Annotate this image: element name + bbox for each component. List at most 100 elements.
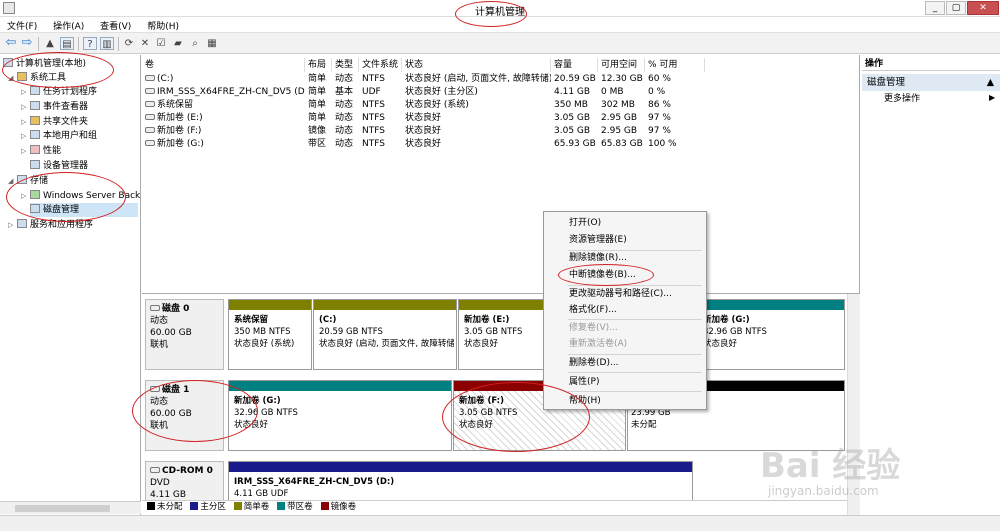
expand-arrow-icon[interactable]: ▷ — [21, 100, 30, 114]
volume-row[interactable]: 新加卷 (E:) 简单 动态 NTFS 状态良好 3.05 GB 2.95 GB 97 % — [142, 112, 860, 125]
performance-icon — [30, 145, 40, 154]
open-folder-icon[interactable]: ▰ — [171, 37, 185, 50]
maximize-button[interactable]: ▢ — [946, 1, 966, 15]
collapse-arrow-icon[interactable]: ◢ — [8, 174, 17, 188]
col-header-capacity[interactable]: 容量 — [551, 58, 598, 72]
menu-delete-volume[interactable]: 删除卷(D)... — [544, 355, 706, 371]
tree-node-storage[interactable]: ◢ 存储 — [8, 174, 48, 188]
menu-break-mirror[interactable]: 中断镜像卷(B)... — [544, 267, 706, 283]
volume-cell-text: 状态良好 (主分区) — [405, 87, 478, 97]
volume-cell-text: 动态 — [335, 113, 354, 123]
expand-arrow-icon[interactable]: ▷ — [21, 129, 30, 143]
tree-node-disk-management[interactable]: 磁盘管理 — [30, 203, 138, 217]
properties-icon[interactable]: ▦ — [205, 37, 219, 50]
col-header-filesystem[interactable]: 文件系统 — [359, 58, 402, 72]
col-header-free-space[interactable]: 可用空间 — [598, 58, 645, 72]
close-button[interactable]: ✕ — [967, 1, 999, 15]
device-icon — [30, 160, 40, 169]
partition-c[interactable]: (C:) 20.59 GB NTFS 状态良好 (启动, 页面文件, 故障转储) — [313, 299, 457, 370]
expand-arrow-icon[interactable]: ▷ — [21, 85, 30, 99]
tree-node-performance[interactable]: ▷ 性能 — [21, 144, 61, 158]
volume-cell: 12.30 GB — [598, 73, 645, 86]
more-actions[interactable]: 更多操作 — [884, 93, 920, 106]
disk-1-info[interactable]: 磁盘 1 动态 60.00 GB 联机 — [145, 380, 224, 451]
search-icon[interactable]: ⌕ — [188, 37, 202, 50]
menu-format[interactable]: 格式化(F)... — [544, 302, 706, 318]
expand-arrow-icon[interactable]: ▷ — [21, 144, 30, 158]
menu-explorer[interactable]: 资源管理器(E) — [544, 232, 706, 248]
menu-reactivate-volume: 重新激活卷(A) — [569, 339, 628, 349]
delete-icon[interactable]: ✕ — [138, 37, 152, 50]
volume-cell-text: 动态 — [335, 100, 354, 110]
volume-list: 卷 布局 类型 文件系统 状态 容量 可用空间 % 可用 (C:) 简单 动态 NTF… — [142, 55, 860, 293]
col-header-layout[interactable]: 布局 — [305, 58, 332, 72]
legend-swatch — [320, 502, 329, 510]
submenu-arrow-icon[interactable]: ▶ — [989, 93, 995, 102]
up-folder-icon[interactable]: ▲ — [43, 37, 57, 50]
volume-cell: 动态 — [332, 99, 359, 112]
expand-arrow-icon[interactable]: ▷ — [21, 189, 30, 203]
console-tree-icon[interactable]: ▤ — [60, 37, 74, 50]
volume-cell: 60 % — [645, 73, 705, 86]
partition-status: 状态良好 — [703, 339, 738, 349]
minimize-button[interactable]: _ — [925, 1, 945, 15]
col-header-volume[interactable]: 卷 — [142, 58, 305, 72]
forward-arrow-icon[interactable]: ⇨ — [20, 36, 34, 50]
tree-horizontal-scrollbar[interactable] — [0, 501, 141, 514]
col-header-type[interactable]: 类型 — [332, 58, 359, 72]
view-icon[interactable]: ▥ — [100, 37, 114, 50]
collapse-arrow-icon[interactable]: ◢ — [8, 71, 17, 85]
tree-node-root[interactable]: 计算机管理(本地) — [3, 57, 86, 71]
refresh-icon[interactable]: ⟳ — [122, 37, 136, 50]
col-header-percent-free[interactable]: % 可用 — [645, 58, 705, 72]
legend-swatch — [277, 502, 286, 510]
partition-e[interactable]: 新加卷 (E:) 3.05 GB NTFS 状态良好 — [458, 299, 544, 370]
expand-arrow-icon[interactable]: ▷ — [21, 115, 30, 129]
volume-row[interactable]: 系统保留 简单 动态 NTFS 状态良好 (系统) 350 MB 302 MB 86 % — [142, 99, 860, 112]
scrollbar-thumb[interactable] — [15, 505, 110, 512]
check-icon[interactable]: ☑ — [154, 37, 168, 50]
help-icon[interactable]: ? — [83, 37, 97, 50]
collapse-up-icon[interactable]: ▲ — [987, 74, 994, 91]
tree-node-system-tools[interactable]: ◢ 系统工具 — [8, 71, 66, 85]
partition-g-disk1[interactable]: 新加卷 (G:) 32.96 GB NTFS 状态良好 — [228, 380, 452, 451]
status-bar — [0, 515, 1000, 531]
tree-node-task-scheduler[interactable]: ▷ 任务计划程序 — [21, 85, 97, 99]
menu-properties[interactable]: 属性(P) — [544, 374, 706, 390]
partition-name: 新加卷 (F:) — [459, 396, 504, 406]
volume-cell: UDF — [359, 86, 402, 99]
menu-open[interactable]: 打开(O) — [544, 215, 706, 231]
tree-node-shared-folders[interactable]: ▷ 共享文件夹 — [21, 115, 88, 129]
cdrom-0-info[interactable]: CD-ROM 0 DVD 4.11 GB — [145, 461, 224, 501]
tree-node-device-manager[interactable]: 设备管理器 — [30, 159, 88, 173]
tree-node-event-viewer[interactable]: ▷ 事件查看器 — [21, 100, 88, 114]
menu-view[interactable]: 查看(V) — [93, 17, 137, 32]
legend-mirrored: 镜像卷 — [320, 501, 356, 514]
disk-0-info[interactable]: 磁盘 0 动态 60.00 GB 联机 — [145, 299, 224, 370]
volume-cell-text: UDF — [362, 87, 381, 97]
tree-node-local-users[interactable]: ▷ 本地用户和组 — [21, 129, 97, 143]
menu-help[interactable]: 帮助(H) — [544, 393, 706, 409]
tree-label: 系统工具 — [30, 73, 67, 83]
volume-row[interactable]: 新加卷 (F:) 镜像 动态 NTFS 状态良好 3.05 GB 2.95 GB 97 % — [142, 125, 860, 138]
menu-action[interactable]: 操作(A) — [46, 17, 90, 32]
volume-row[interactable]: 新加卷 (G:) 带区 动态 NTFS 状态良好 65.93 GB 65.83 GB 100 … — [142, 138, 860, 151]
volume-cell-text: 12.30 GB — [601, 74, 643, 84]
partition-system-reserved[interactable]: 系统保留 350 MB NTFS 状态良好 (系统) — [228, 299, 312, 370]
back-arrow-icon[interactable]: ⇦ — [4, 36, 18, 50]
tree-node-services-apps[interactable]: ▷ 服务和应用程序 — [8, 218, 93, 232]
actions-section-disk-management[interactable]: 磁盘管理 ▲ — [862, 74, 1000, 91]
volume-row[interactable]: (C:) 简单 动态 NTFS 状态良好 (启动, 页面文件, 故障转储) 20.59 G… — [142, 73, 860, 86]
volume-row[interactable]: IRM_SSS_X64FRE_ZH-CN_DV5 (D:) 简单 基本 UDF 状态良好… — [142, 86, 860, 99]
menu-change-drive-letter[interactable]: 更改驱动器号和路径(C)... — [544, 286, 706, 302]
menu-file[interactable]: 文件(F) — [0, 17, 43, 32]
volume-cell-text: 97 % — [648, 126, 671, 136]
menu-bar: 文件(F) 操作(A) 查看(V) 帮助(H) — [0, 17, 1000, 32]
menu-help[interactable]: 帮助(H) — [140, 17, 185, 32]
tree-node-windows-backup[interactable]: ▷ Windows Server Back — [21, 189, 140, 203]
col-header-status[interactable]: 状态 — [402, 58, 551, 72]
legend-simple: 简单卷 — [233, 501, 269, 514]
partition-d[interactable]: IRM_SSS_X64FRE_ZH-CN_DV5 (D:) 4.11 GB UDF — [228, 461, 693, 501]
expand-arrow-icon[interactable]: ▷ — [8, 218, 17, 232]
menu-remove-mirror[interactable]: 删除镜像(R)... — [544, 250, 706, 266]
